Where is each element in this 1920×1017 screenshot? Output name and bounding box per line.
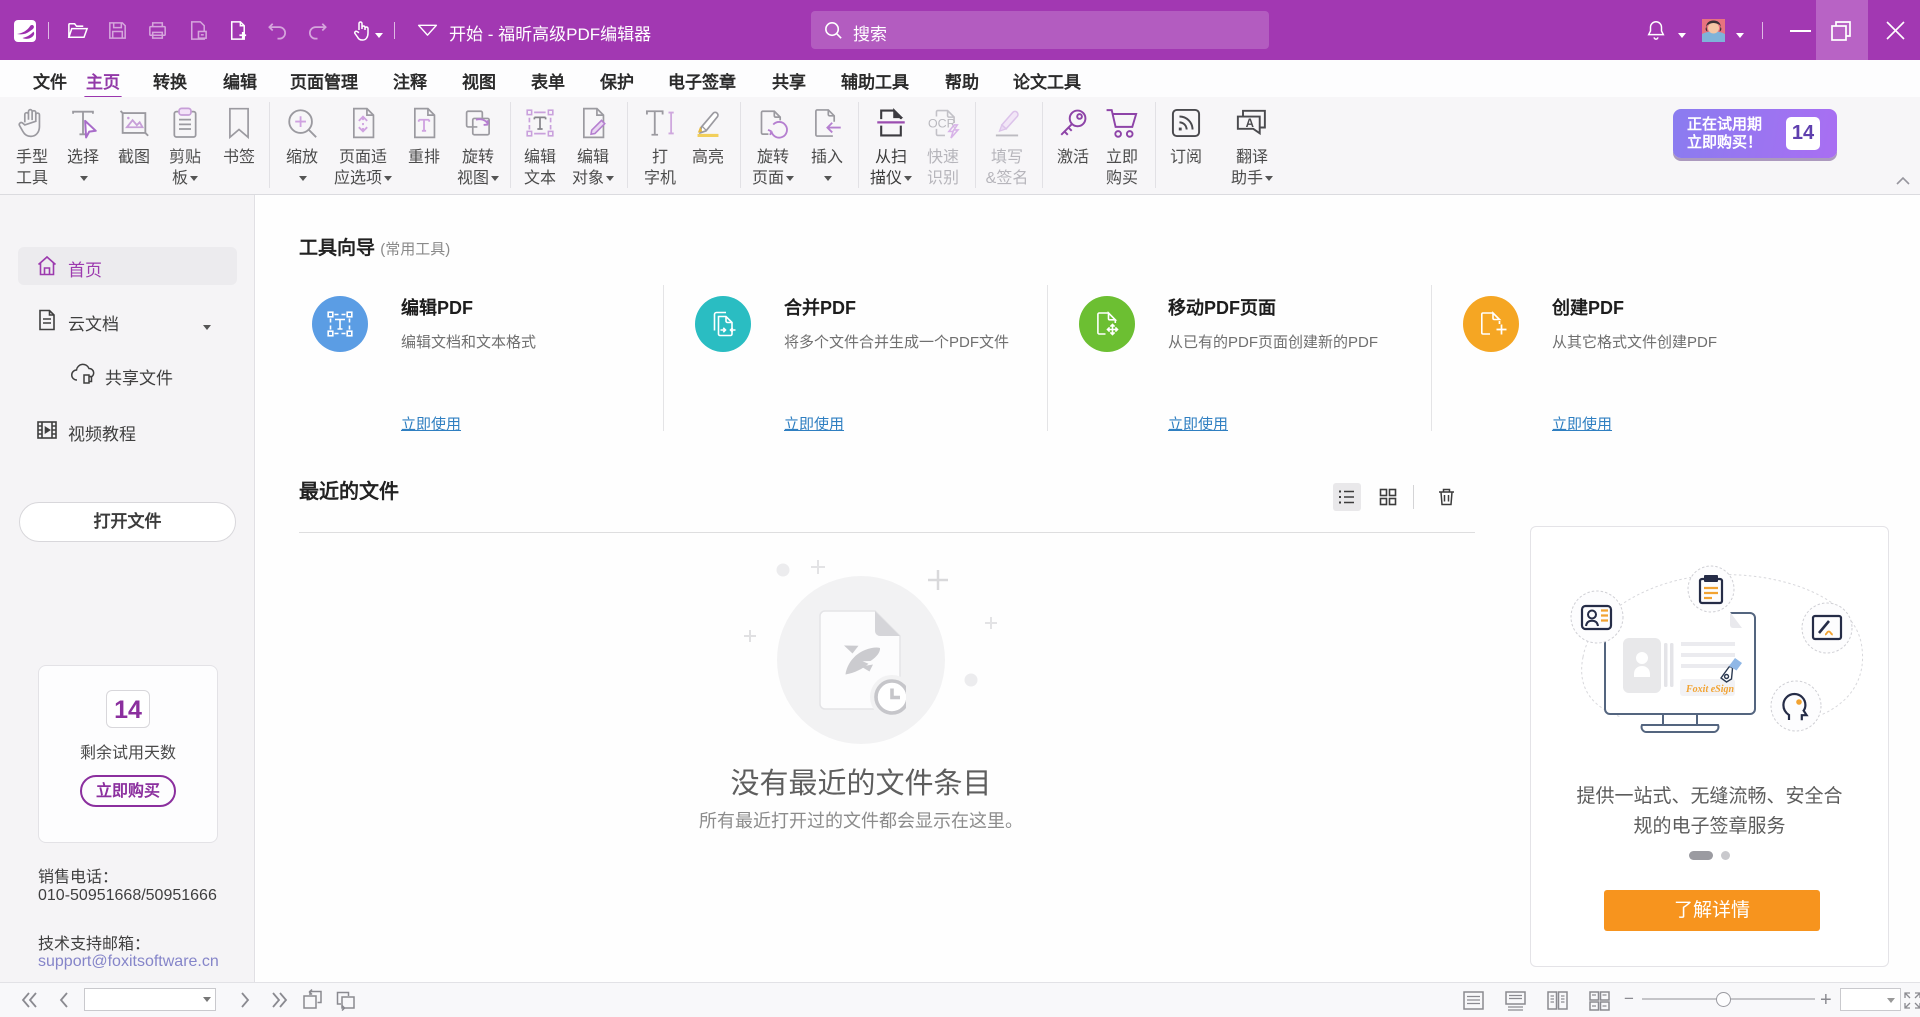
svg-text:A: A: [1246, 118, 1255, 130]
svg-text:Foxit eSign: Foxit eSign: [1685, 684, 1735, 695]
